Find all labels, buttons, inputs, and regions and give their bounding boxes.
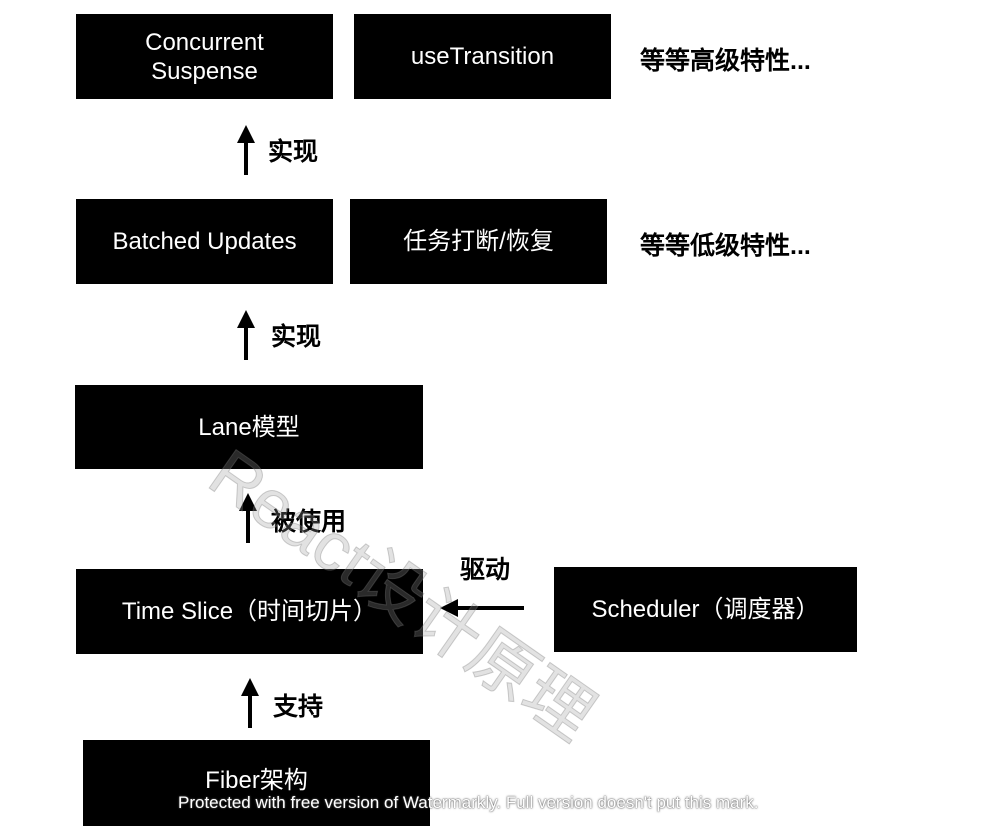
time-slice-label: Time Slice（时间切片） xyxy=(121,598,378,625)
lane-model-node: Lane模型 xyxy=(75,385,423,469)
used-by-label: 被使用 xyxy=(271,508,347,536)
supports-label: 支持 xyxy=(273,693,324,721)
arrow-up-implements-mid xyxy=(237,310,255,360)
use-transition-label: useTransition xyxy=(410,43,555,70)
concurrent-suspense-line-1: Concurrent xyxy=(145,28,264,56)
drives-label: 驱动 xyxy=(460,556,511,584)
low-level-features-note: 等等低级特性... xyxy=(640,232,811,260)
high-level-features-note: 等等高级特性... xyxy=(640,47,811,75)
concurrent-suspense-node: Concurrent Suspense xyxy=(76,14,333,99)
task-interrupt-label: 任务打断/恢复 xyxy=(403,228,554,255)
arrow-left-drives xyxy=(440,599,524,617)
time-slice-node: Time Slice（时间切片） xyxy=(76,569,423,654)
batched-updates-label: Batched Updates xyxy=(112,228,297,255)
arrow-up-used-by xyxy=(239,493,257,543)
concurrent-suspense-line-2: Suspense xyxy=(151,57,258,85)
use-transition-node: useTransition xyxy=(354,14,611,99)
arrow-up-implements-top xyxy=(237,125,255,175)
implements-top-label: 实现 xyxy=(268,138,319,166)
fiber-label: Fiber架构 xyxy=(205,767,308,794)
implements-mid-label: 实现 xyxy=(271,323,322,351)
task-interrupt-node: 任务打断/恢复 xyxy=(350,199,607,284)
batched-updates-node: Batched Updates xyxy=(76,199,333,284)
lane-model-label: Lane模型 xyxy=(198,413,300,441)
arrow-up-supports xyxy=(241,678,259,728)
fiber-node: Fiber架构 xyxy=(83,740,430,826)
scheduler-node: Scheduler（调度器） xyxy=(554,567,857,652)
scheduler-label: Scheduler（调度器） xyxy=(591,596,820,623)
